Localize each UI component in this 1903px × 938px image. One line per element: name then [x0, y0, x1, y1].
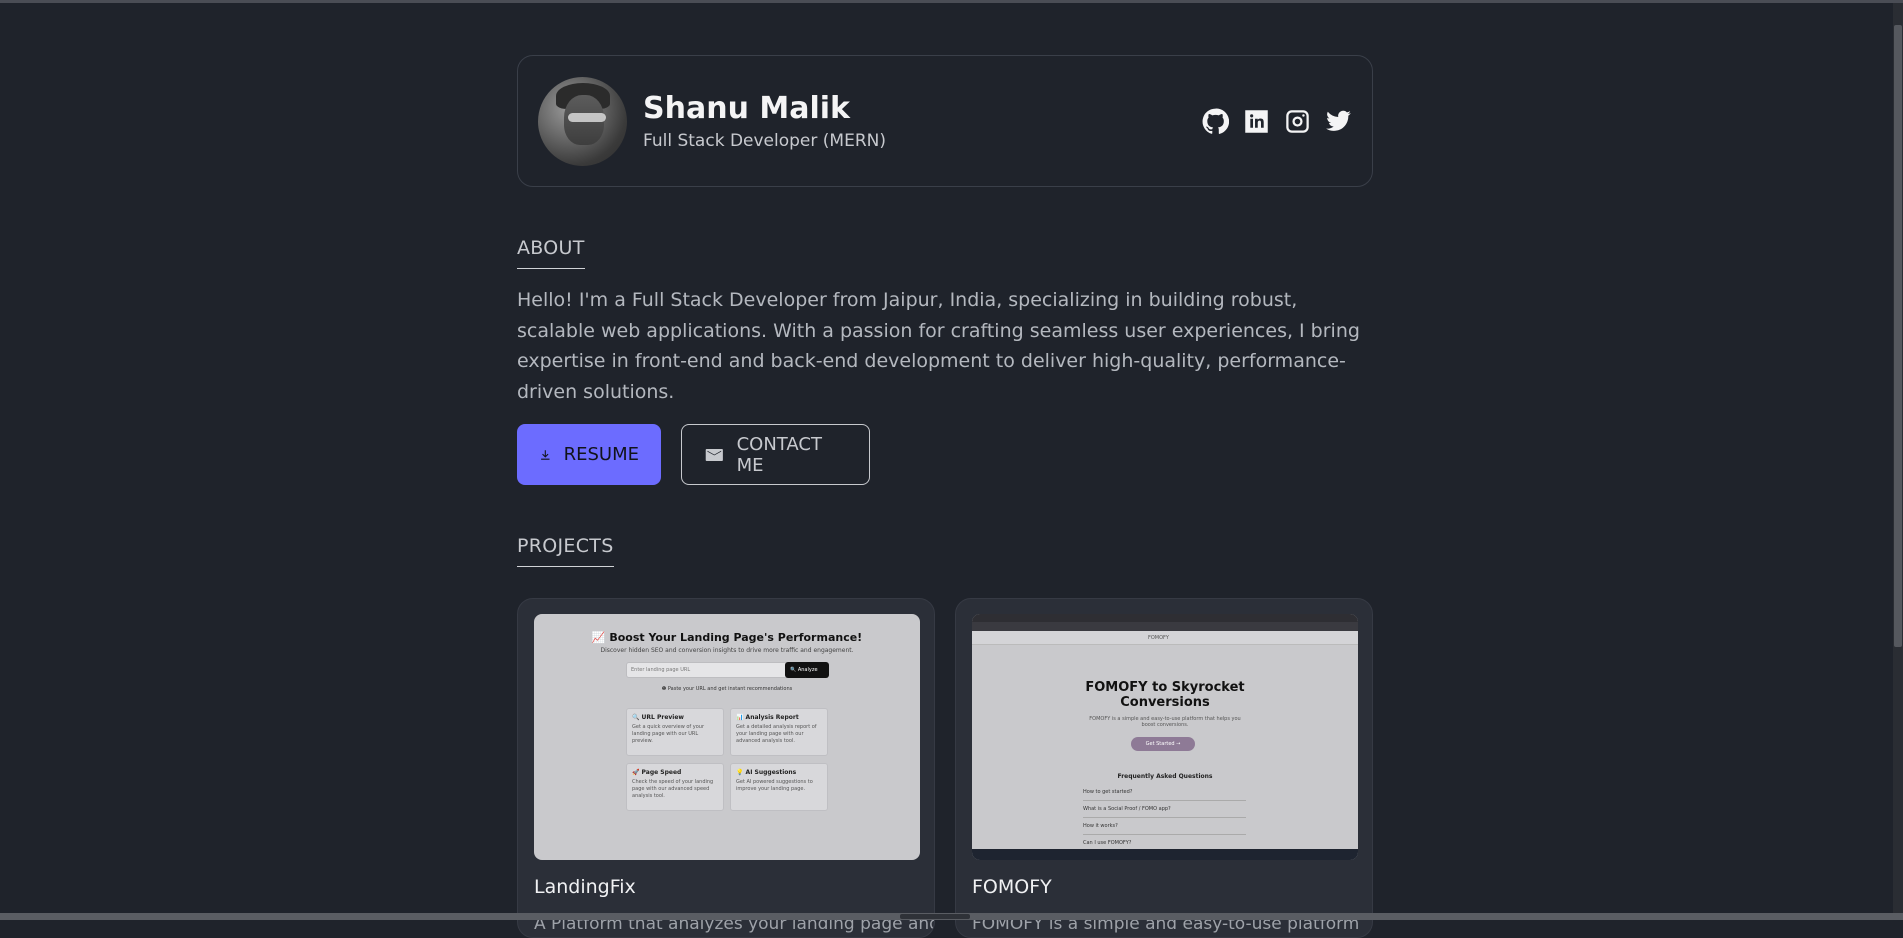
profile-role: Full Stack Developer (MERN) [643, 131, 886, 151]
profile-name: Shanu Malik [643, 91, 886, 127]
resume-label: RESUME [564, 444, 639, 465]
github-icon[interactable] [1201, 107, 1229, 135]
projects-grid: 📈 Boost Your Landing Page's Performance!… [517, 598, 1373, 938]
linkedin-icon[interactable] [1242, 107, 1270, 135]
horizontal-scrollbar[interactable] [0, 913, 1903, 920]
profile-card: Shanu Malik Full Stack Developer (MERN) [517, 55, 1373, 187]
resume-button[interactable]: RESUME [517, 424, 661, 485]
horizontal-scrollbar-thumb[interactable] [900, 914, 970, 919]
profile-name-block: Shanu Malik Full Stack Developer (MERN) [643, 91, 886, 151]
instagram-icon[interactable] [1283, 107, 1311, 135]
cta-row: RESUME CONTACT ME [517, 424, 1373, 485]
scrollbar-thumb[interactable] [1894, 25, 1902, 647]
project-card-landingfix[interactable]: 📈 Boost Your Landing Page's Performance!… [517, 598, 935, 938]
projects-heading: PROJECTS [517, 535, 614, 567]
project-title: FOMOFY [972, 876, 1356, 898]
project-screenshot: FOMOFY FOMOFY to Skyrocket Conversions F… [972, 614, 1358, 860]
vertical-scrollbar[interactable] [1893, 3, 1903, 913]
browser-top-edge [0, 0, 1903, 3]
contact-button[interactable]: CONTACT ME [681, 424, 870, 485]
portfolio-container: Shanu Malik Full Stack Developer (MERN) … [517, 55, 1373, 938]
social-links [1201, 107, 1352, 135]
mail-icon [704, 444, 725, 466]
project-title: LandingFix [534, 876, 918, 898]
download-icon [539, 444, 552, 466]
avatar [538, 77, 627, 166]
about-text: Hello! I'm a Full Stack Developer from J… [517, 285, 1373, 407]
project-card-fomofy[interactable]: FOMOFY FOMOFY to Skyrocket Conversions F… [955, 598, 1373, 938]
project-screenshot: 📈 Boost Your Landing Page's Performance!… [534, 614, 920, 860]
about-heading: ABOUT [517, 237, 585, 269]
twitter-icon[interactable] [1324, 107, 1352, 135]
contact-label: CONTACT ME [737, 434, 847, 476]
